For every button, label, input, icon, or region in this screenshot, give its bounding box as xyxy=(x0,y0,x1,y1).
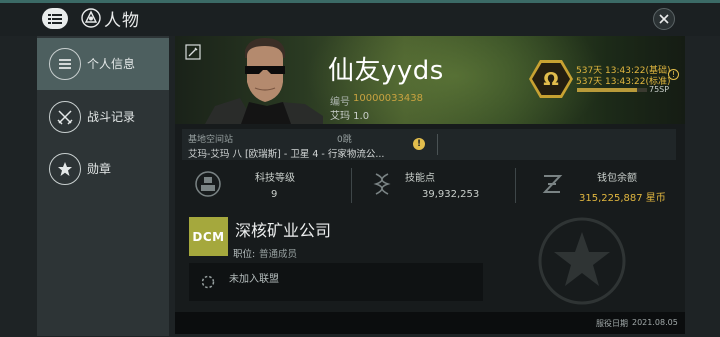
home-station-label: 基地空间站 xyxy=(188,135,234,145)
stat-value: 9 xyxy=(271,189,278,200)
window-title: 人物 xyxy=(104,11,140,31)
character-portrait xyxy=(205,38,323,124)
stat-label: 科技等级 xyxy=(255,173,295,184)
corp-position-label: 职位: xyxy=(233,249,256,260)
character-banner: 仙友yyds 编号 10000033438 艾玛 1.0 Ω 537天 13:4… xyxy=(175,36,685,124)
service-date-label: 服役日期 xyxy=(596,319,628,328)
stat-value: 39,932,253 xyxy=(422,189,480,200)
divider xyxy=(351,168,352,203)
corp-name[interactable]: 深核矿业公司 xyxy=(235,217,331,241)
star-watermark-icon xyxy=(538,217,626,305)
character-id[interactable]: 10000033438 xyxy=(353,93,423,104)
stat-label: 技能点 xyxy=(405,173,435,184)
list-icon xyxy=(49,48,81,80)
sidebar-item-label: 勋章 xyxy=(87,162,112,176)
jump-count: 0跳 xyxy=(337,135,352,145)
sp-progress-fill xyxy=(577,88,637,92)
character-icon xyxy=(81,8,101,28)
stat-tech-level: 科技等级 9 xyxy=(195,163,355,207)
sidebar: 个人信息 战斗记录 勋章 xyxy=(37,36,169,336)
stat-value: 315,225,887 星币 xyxy=(579,193,666,204)
close-button[interactable] xyxy=(653,8,675,30)
warning-icon[interactable]: ! xyxy=(413,138,425,150)
alliance-name: 未加入联盟 xyxy=(229,274,279,285)
tech-level-icon xyxy=(195,171,221,197)
character-id-label: 编号 xyxy=(330,97,350,108)
divider xyxy=(437,134,438,155)
title-bar-accent xyxy=(0,0,720,3)
sidebar-item-medals[interactable]: 勋章 xyxy=(37,143,169,195)
menu-button[interactable] xyxy=(42,8,68,29)
character-panel: 仙友yyds 编号 10000033438 艾玛 1.0 Ω 537天 13:4… xyxy=(175,36,685,334)
character-name: 仙友yyds xyxy=(328,56,444,86)
sidebar-item-combat-record[interactable]: 战斗记录 xyxy=(37,91,169,143)
corp-position: 普通成员 xyxy=(259,249,298,260)
dna-skill-icon xyxy=(373,173,391,195)
stat-wallet[interactable]: 钱包余额 315,225,887 星币 xyxy=(539,163,679,207)
edit-icon[interactable] xyxy=(185,44,201,60)
corp-logo[interactable]: DCM xyxy=(189,217,228,256)
star-icon xyxy=(49,153,81,185)
crossed-swords-icon xyxy=(49,101,81,133)
character-security-status: 艾玛 1.0 xyxy=(330,111,370,122)
divider xyxy=(515,168,516,203)
home-station[interactable]: 基地空间站 0跳 艾玛-艾玛 八 [欧瑞斯] - 卫星 4 - 行家物流公...… xyxy=(182,129,676,160)
isk-icon xyxy=(542,175,563,193)
alliance-icon xyxy=(201,275,215,289)
close-icon xyxy=(659,14,669,24)
title-bar: 人物 xyxy=(0,0,720,36)
omega-icon: Ω xyxy=(532,63,570,95)
sidebar-item-label: 个人信息 xyxy=(87,57,136,71)
alliance-box[interactable]: 未加入联盟 xyxy=(189,263,483,301)
service-date: 2021.08.05 xyxy=(632,318,678,327)
stat-label: 钱包余额 xyxy=(597,173,637,184)
sidebar-item-personal-info[interactable]: 个人信息 xyxy=(37,38,169,90)
menu-icon xyxy=(48,13,62,24)
info-icon[interactable]: ! xyxy=(668,69,679,80)
sidebar-item-label: 战斗记录 xyxy=(87,110,136,124)
sp-progress-bar xyxy=(577,88,647,92)
stat-skill-points: 技能点 39,932,253 xyxy=(369,163,519,207)
sp-value: 75SP xyxy=(649,85,670,94)
home-station-value: 艾玛-艾玛 八 [欧瑞斯] - 卫星 4 - 行家物流公... xyxy=(188,149,385,160)
